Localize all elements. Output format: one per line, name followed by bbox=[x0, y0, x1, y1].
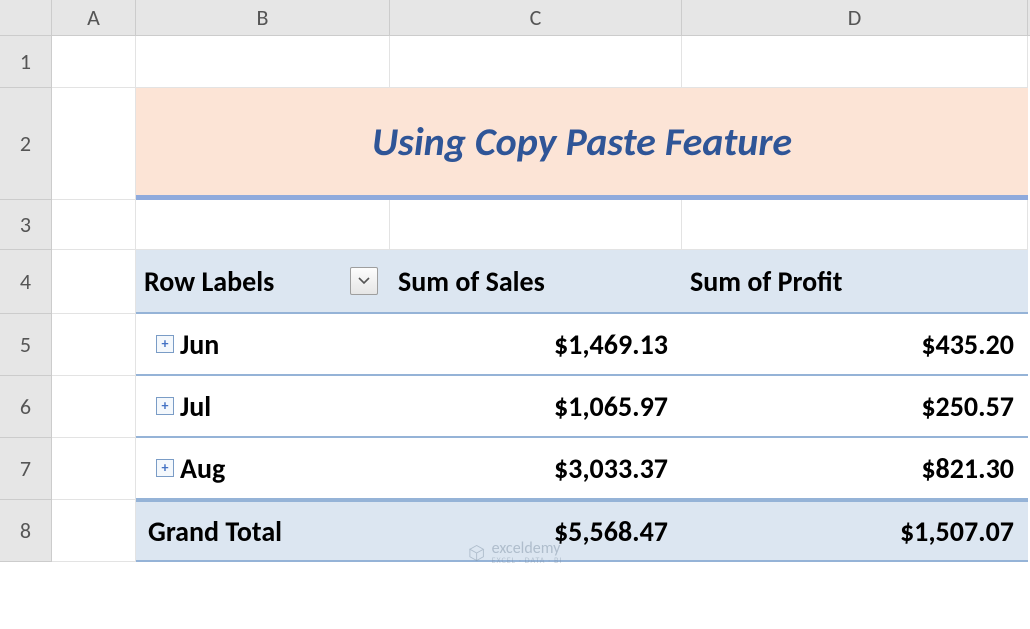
pivot-row-aug[interactable]: + Aug bbox=[136, 438, 390, 500]
cell-A6[interactable] bbox=[52, 376, 136, 438]
column-headers: A B C D bbox=[0, 0, 1030, 36]
cell-A7[interactable] bbox=[52, 438, 136, 500]
grand-total-profit[interactable]: $1,507.07 bbox=[682, 500, 1028, 562]
row-header-1[interactable]: 1 bbox=[0, 36, 52, 88]
cell-A8[interactable] bbox=[52, 500, 136, 562]
grand-total-sales[interactable]: $5,568.47 bbox=[390, 500, 682, 562]
value: $435.20 bbox=[921, 327, 1014, 362]
cell-profit-aug[interactable]: $821.30 bbox=[682, 438, 1028, 500]
cell-sales-aug[interactable]: $3,033.37 bbox=[390, 438, 682, 500]
row-headers: 1 2 3 4 5 6 7 8 bbox=[0, 36, 52, 562]
cell-A2[interactable] bbox=[52, 88, 136, 200]
filter-dropdown-button[interactable] bbox=[350, 267, 378, 295]
chevron-down-icon bbox=[358, 277, 370, 285]
cell-A3[interactable] bbox=[52, 200, 136, 250]
grid: Using Copy Paste Feature Row Labels Sum … bbox=[52, 36, 1028, 562]
sum-profit-label: Sum of Profit bbox=[690, 264, 842, 299]
row-header-4[interactable]: 4 bbox=[0, 250, 52, 314]
row-label-aug: Aug bbox=[180, 451, 225, 486]
col-header-D[interactable]: D bbox=[682, 0, 1028, 35]
col-header-B[interactable]: B bbox=[136, 0, 390, 35]
grand-total-label-cell[interactable]: Grand Total bbox=[136, 500, 390, 562]
sum-sales-label: Sum of Sales bbox=[398, 264, 545, 299]
pivot-header-rowlabels[interactable]: Row Labels bbox=[136, 250, 390, 314]
expand-icon[interactable]: + bbox=[156, 459, 174, 477]
expand-icon[interactable]: + bbox=[156, 397, 174, 415]
row-header-3[interactable]: 3 bbox=[0, 200, 52, 250]
value: $1,507.07 bbox=[900, 514, 1014, 549]
pivot-row-jun[interactable]: + Jun bbox=[136, 314, 390, 376]
value: $821.30 bbox=[921, 451, 1014, 486]
pivot-header-profit[interactable]: Sum of Profit bbox=[682, 250, 1028, 314]
value: $250.57 bbox=[921, 389, 1014, 424]
value: $5,568.47 bbox=[554, 514, 668, 549]
row-label-jun: Jun bbox=[180, 327, 219, 362]
cell-B1[interactable] bbox=[136, 36, 390, 88]
row-header-6[interactable]: 6 bbox=[0, 376, 52, 438]
cell-B3[interactable] bbox=[136, 200, 390, 250]
cell-D3[interactable] bbox=[682, 200, 1028, 250]
cell-D1[interactable] bbox=[682, 36, 1028, 88]
value: $1,469.13 bbox=[554, 327, 668, 362]
value: $3,033.37 bbox=[554, 451, 668, 486]
row-labels-text: Row Labels bbox=[144, 264, 274, 299]
cell-C1[interactable] bbox=[390, 36, 682, 88]
cell-A5[interactable] bbox=[52, 314, 136, 376]
cell-profit-jun[interactable]: $435.20 bbox=[682, 314, 1028, 376]
row-header-2[interactable]: 2 bbox=[0, 88, 52, 200]
pivot-row-jul[interactable]: + Jul bbox=[136, 376, 390, 438]
cell-profit-jul[interactable]: $250.57 bbox=[682, 376, 1028, 438]
cell-sales-jun[interactable]: $1,469.13 bbox=[390, 314, 682, 376]
expand-icon[interactable]: + bbox=[156, 335, 174, 353]
cell-C3[interactable] bbox=[390, 200, 682, 250]
page-title: Using Copy Paste Feature bbox=[372, 117, 792, 166]
row-label-jul: Jul bbox=[180, 389, 211, 424]
grand-total-label: Grand Total bbox=[148, 514, 282, 549]
row-header-5[interactable]: 5 bbox=[0, 314, 52, 376]
row-header-8[interactable]: 8 bbox=[0, 500, 52, 562]
cell-sales-jul[interactable]: $1,065.97 bbox=[390, 376, 682, 438]
col-header-C[interactable]: C bbox=[390, 0, 682, 35]
row-header-7[interactable]: 7 bbox=[0, 438, 52, 500]
select-all-corner[interactable] bbox=[0, 0, 52, 35]
col-header-A[interactable]: A bbox=[52, 0, 136, 35]
cell-A1[interactable] bbox=[52, 36, 136, 88]
value: $1,065.97 bbox=[554, 389, 668, 424]
spreadsheet: A B C D 1 2 3 4 5 6 7 8 Using Copy Paste… bbox=[0, 0, 1030, 629]
cell-A4[interactable] bbox=[52, 250, 136, 314]
title-cell[interactable]: Using Copy Paste Feature bbox=[136, 88, 1028, 200]
pivot-header-sales[interactable]: Sum of Sales bbox=[390, 250, 682, 314]
